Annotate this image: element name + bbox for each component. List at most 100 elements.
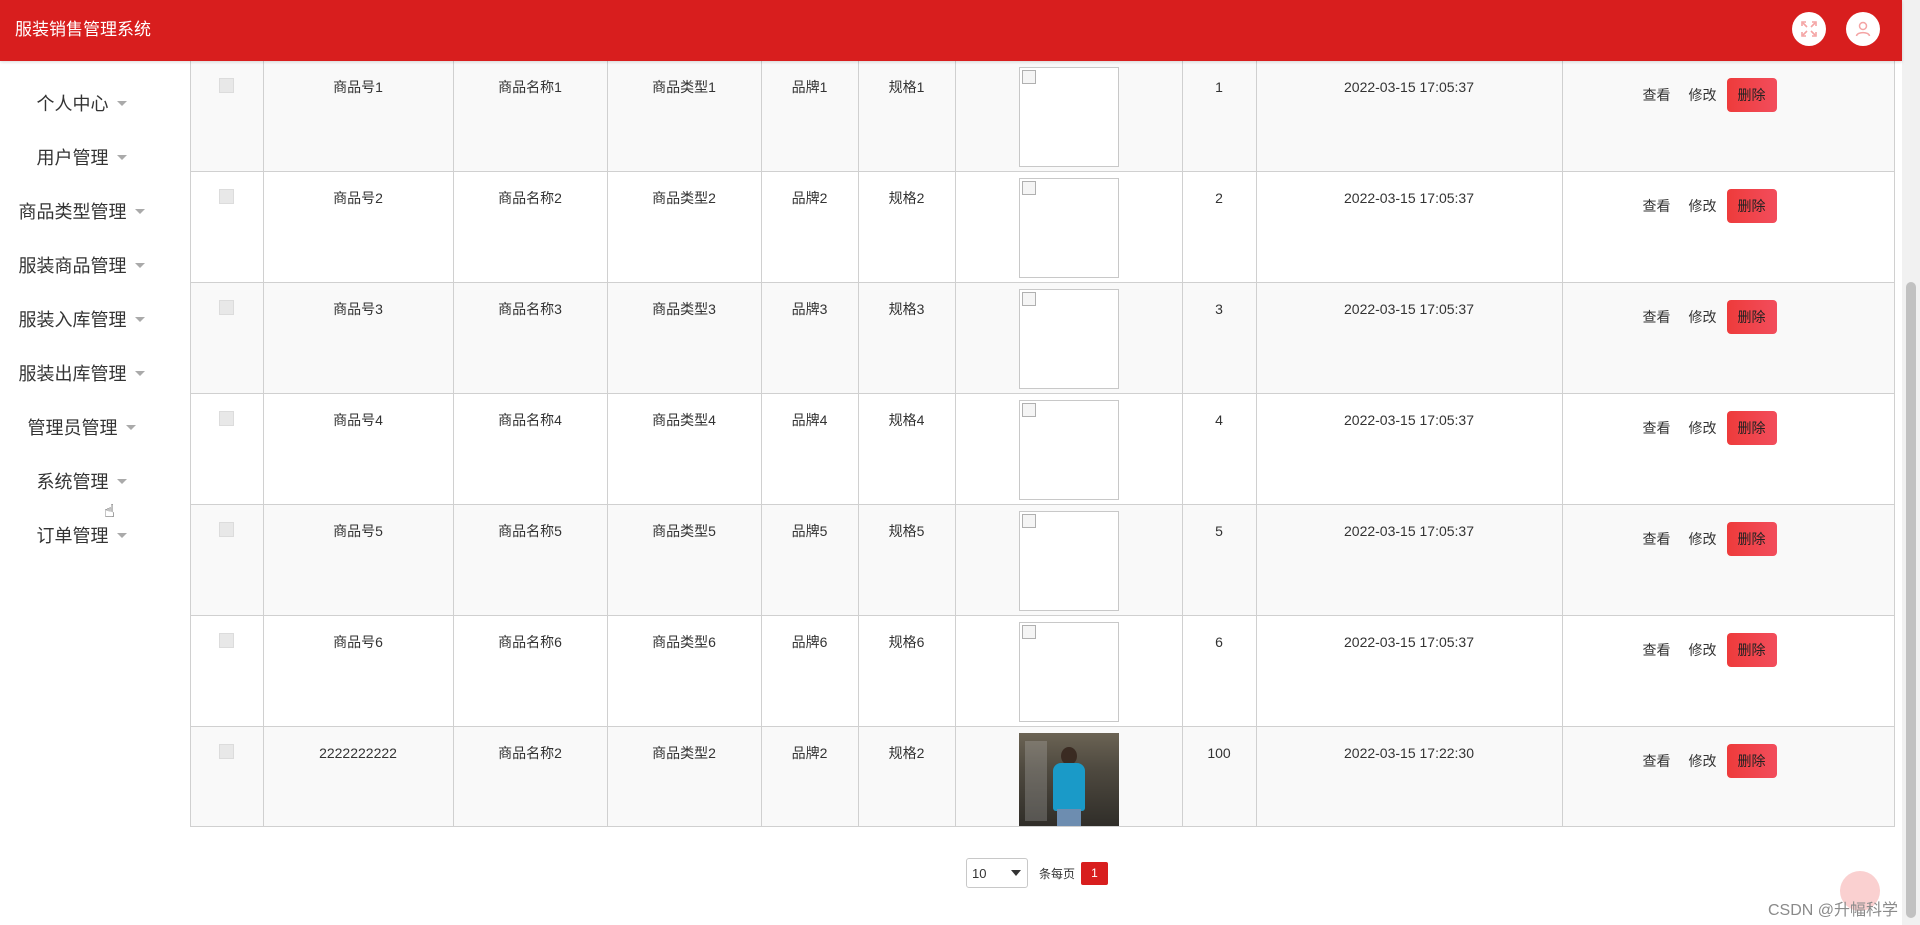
view-button[interactable]: 查看: [1643, 418, 1671, 438]
broken-image-icon: [1018, 622, 1119, 722]
current-page-button[interactable]: 1: [1081, 861, 1109, 885]
product-code: 商品号4: [333, 412, 383, 428]
sidebar-item-order-management[interactable]: 订单管理: [0, 515, 163, 555]
sidebar: 个人中心 用户管理 商品类型管理 服装商品管理 服装入库管理 服装出库管理 管理…: [0, 61, 190, 925]
product-type: 商品类型5: [652, 523, 716, 539]
product-photo: [1018, 733, 1119, 826]
product-code: 商品号2: [333, 190, 383, 206]
product-brand: 品牌5: [791, 523, 828, 539]
caret-down-icon: [125, 424, 136, 430]
table-row: 2222222222 商品名称2 商品类型2 品牌2 规格2 100 2022-03-15 …: [191, 726, 1894, 826]
sidebar-item-user-management[interactable]: 用户管理: [0, 137, 163, 177]
view-button[interactable]: 查看: [1643, 751, 1671, 771]
row-checkbox[interactable]: [219, 411, 235, 426]
row-checkbox[interactable]: [219, 189, 235, 204]
edit-button[interactable]: 修改: [1689, 85, 1717, 105]
view-button[interactable]: 查看: [1643, 640, 1671, 660]
row-checkbox[interactable]: [219, 522, 235, 537]
sidebar-item-clothing-product-management[interactable]: 服装商品管理: [0, 245, 163, 285]
product-spec: 规格5: [888, 523, 925, 539]
sidebar-item-label: 服装入库管理: [18, 310, 127, 330]
page-size-select[interactable]: 10: [966, 858, 1028, 888]
per-page-label: 条每页: [1039, 866, 1076, 881]
sidebar-item-label: 管理员管理: [27, 418, 118, 438]
product-name: 商品名称5: [498, 523, 562, 539]
delete-button[interactable]: 删除: [1726, 522, 1777, 556]
product-brand: 品牌2: [791, 745, 828, 761]
product-type: 商品类型4: [652, 412, 716, 428]
view-button[interactable]: 查看: [1643, 196, 1671, 216]
user-avatar-button[interactable]: [1846, 12, 1880, 46]
broken-image-icon: [1018, 178, 1119, 278]
product-name: 商品名称6: [498, 634, 562, 650]
product-spec: 规格2: [888, 745, 925, 761]
product-quantity: 6: [1215, 634, 1223, 650]
product-name: 商品名称3: [498, 301, 562, 317]
sidebar-item-label: 个人中心: [36, 94, 109, 114]
product-code: 商品号3: [333, 301, 383, 317]
sidebar-item-label: 服装商品管理: [18, 256, 127, 276]
watermark: CSDN @升幅科学: [1768, 902, 1899, 919]
fullscreen-button[interactable]: [1792, 12, 1826, 46]
product-brand: 品牌3: [791, 301, 828, 317]
caret-down-icon: [116, 100, 127, 106]
sidebar-item-personal-center[interactable]: 个人中心: [0, 83, 163, 123]
view-button[interactable]: 查看: [1643, 307, 1671, 327]
edit-button[interactable]: 修改: [1689, 751, 1717, 771]
sidebar-item-stock-in-management[interactable]: 服装入库管理: [0, 299, 163, 339]
sidebar-item-label: 商品类型管理: [18, 202, 127, 222]
table-row: 商品号6 商品名称6 商品类型6 品牌6 规格6 6 2022-03-15 17:05:37…: [191, 615, 1894, 727]
table-row: 商品号5 商品名称5 商品类型5 品牌5 规格5 5 2022-03-15 17:05:37…: [191, 504, 1894, 616]
sidebar-item-product-type-management[interactable]: 商品类型管理: [0, 191, 163, 231]
product-quantity: 4: [1215, 412, 1223, 428]
sidebar-item-system-management[interactable]: 系统管理: [0, 461, 163, 501]
edit-button[interactable]: 修改: [1689, 529, 1717, 549]
table-row: 商品号2 商品名称2 商品类型2 品牌2 规格2 2 2022-03-15 17:05:37…: [191, 171, 1894, 283]
product-time: 2022-03-15 17:05:37: [1344, 79, 1474, 95]
product-code: 商品号5: [333, 523, 383, 539]
product-quantity: 100: [1207, 745, 1231, 761]
product-quantity: 5: [1215, 523, 1223, 539]
chevron-down-icon: [1011, 870, 1021, 876]
product-spec: 规格1: [888, 79, 925, 95]
caret-down-icon: [134, 262, 145, 268]
product-code: 商品号1: [333, 79, 383, 95]
edit-button[interactable]: 修改: [1689, 418, 1717, 438]
product-name: 商品名称4: [498, 412, 562, 428]
product-quantity: 2: [1215, 190, 1223, 206]
vertical-scrollbar[interactable]: [1902, 0, 1920, 925]
caret-down-icon: [134, 370, 145, 376]
delete-button[interactable]: 删除: [1726, 411, 1777, 445]
caret-down-icon: [134, 208, 145, 214]
row-checkbox[interactable]: [219, 633, 235, 648]
sidebar-item-stock-out-management[interactable]: 服装出库管理: [0, 353, 163, 393]
product-time: 2022-03-15 17:05:37: [1344, 301, 1474, 317]
delete-button[interactable]: 删除: [1726, 300, 1777, 334]
scrollbar-thumb[interactable]: [1906, 282, 1916, 918]
view-button[interactable]: 查看: [1643, 85, 1671, 105]
product-time: 2022-03-15 17:05:37: [1344, 634, 1474, 650]
edit-button[interactable]: 修改: [1689, 307, 1717, 327]
sidebar-item-label: 系统管理: [36, 472, 109, 492]
broken-image-icon: [1018, 289, 1119, 389]
delete-button[interactable]: 删除: [1726, 189, 1777, 223]
edit-button[interactable]: 修改: [1689, 196, 1717, 216]
caret-down-icon: [116, 532, 127, 538]
broken-image-icon: [1018, 67, 1119, 167]
product-time: 2022-03-15 17:05:37: [1344, 190, 1474, 206]
row-checkbox[interactable]: [219, 744, 235, 759]
product-name: 商品名称2: [498, 190, 562, 206]
product-time: 2022-03-15 17:22:30: [1344, 745, 1474, 761]
page-size-value: 10: [972, 865, 987, 881]
row-checkbox[interactable]: [219, 300, 235, 315]
row-checkbox[interactable]: [219, 78, 235, 93]
edit-button[interactable]: 修改: [1689, 640, 1717, 660]
delete-button[interactable]: 删除: [1726, 633, 1777, 667]
view-button[interactable]: 查看: [1643, 529, 1671, 549]
sidebar-item-label: 订单管理: [36, 526, 109, 546]
delete-button[interactable]: 删除: [1726, 78, 1777, 112]
delete-button[interactable]: 删除: [1726, 744, 1777, 778]
product-type: 商品类型1: [652, 79, 716, 95]
product-time: 2022-03-15 17:05:37: [1344, 523, 1474, 539]
sidebar-item-admin-management[interactable]: 管理员管理: [0, 407, 163, 447]
